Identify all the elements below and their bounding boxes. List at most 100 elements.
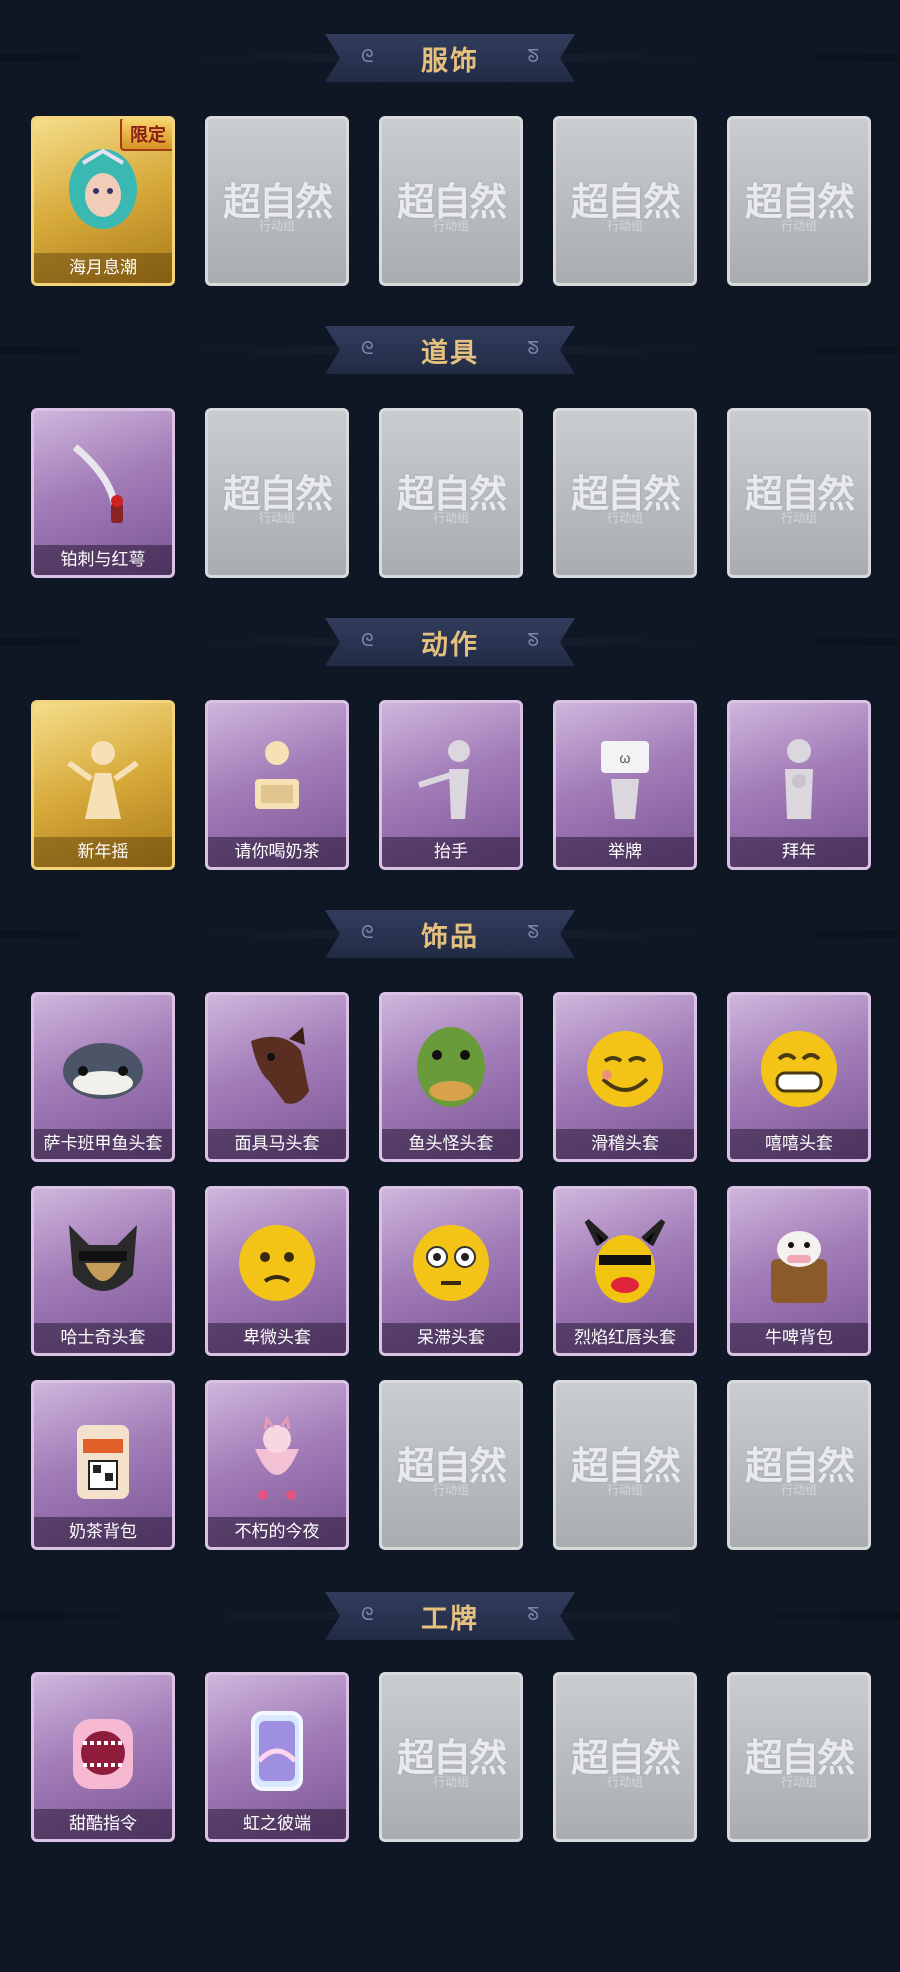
locked-item-card[interactable]: 超自然 行动组	[727, 1672, 871, 1842]
dagger-rose-icon	[55, 437, 151, 533]
placeholder-logo-sub: 行动组	[606, 511, 643, 525]
item-card[interactable]: 卑微头套	[205, 1186, 349, 1356]
item-label: 抬手	[382, 837, 520, 867]
shark-badge-icon	[55, 1701, 151, 1797]
item-card[interactable]: 滑稽头套	[553, 992, 697, 1162]
placeholder-logo-sub: 行动组	[432, 1483, 469, 1497]
locked-item-card[interactable]: 超自然 行动组	[553, 116, 697, 286]
horse-head-icon	[229, 1021, 325, 1117]
pikachu-lips-icon	[577, 1215, 673, 1311]
item-card[interactable]: ω 举牌	[553, 700, 697, 870]
item-label: 呆滞头套	[382, 1323, 520, 1353]
section-title: 动作	[421, 629, 479, 660]
item-label: 新年摇	[34, 837, 172, 867]
locked-item-card[interactable]: 超自然 行动组	[727, 408, 871, 578]
item-card[interactable]: 拜年	[727, 700, 871, 870]
locked-item-card[interactable]: 超自然 行动组	[553, 1380, 697, 1550]
placeholder-logo-sub: 行动组	[780, 1775, 817, 1789]
locked-item-card[interactable]: 超自然 行动组	[727, 1380, 871, 1550]
swirl-ornament-icon: ᘓ	[361, 922, 374, 942]
item-label: 虹之彼端	[208, 1809, 346, 1839]
locked-item-card[interactable]: 超自然 行动组	[553, 408, 697, 578]
item-label: 请你喝奶茶	[208, 837, 346, 867]
cow-beer-backpack-icon	[751, 1215, 847, 1311]
section-header: ᘓ 道具 ᘕ	[325, 326, 575, 374]
item-card[interactable]: 请你喝奶茶	[205, 700, 349, 870]
hold-sign-icon: ω	[577, 729, 673, 825]
husky-head-icon	[55, 1215, 151, 1311]
item-card[interactable]: 新年摇	[31, 700, 175, 870]
item-card[interactable]: 抬手	[379, 700, 523, 870]
item-card[interactable]: 海月息潮 限定	[31, 116, 175, 286]
item-card[interactable]: 奶茶背包	[31, 1380, 175, 1550]
section-header: ᘓ 工牌 ᘕ	[325, 1592, 575, 1640]
item-label: 海月息潮	[34, 253, 172, 283]
item-card[interactable]: 不朽的今夜	[205, 1380, 349, 1550]
item-label: 奶茶背包	[34, 1517, 172, 1547]
item-card[interactable]: 面具马头套	[205, 992, 349, 1162]
item-card[interactable]: 萨卡班甲鱼头套	[31, 992, 175, 1162]
new-year-greeting-icon	[751, 729, 847, 825]
item-card[interactable]: 呆滞头套	[379, 1186, 523, 1356]
cat-cup-icon	[229, 1409, 325, 1505]
green-fish-head-icon	[403, 1021, 499, 1117]
swirl-ornament-icon: ᘕ	[527, 338, 539, 358]
item-label: 举牌	[556, 837, 694, 867]
item-label: 不朽的今夜	[208, 1517, 346, 1547]
raise-hand-icon	[403, 729, 499, 825]
locked-item-card[interactable]: 超自然 行动组	[379, 1380, 523, 1550]
svg-text:ω: ω	[620, 750, 631, 766]
item-label: 嘻嘻头套	[730, 1129, 868, 1159]
milk-tea-gesture-icon	[229, 729, 325, 825]
locked-item-card[interactable]: 超自然 行动组	[205, 408, 349, 578]
item-card[interactable]: 哈士奇头套	[31, 1186, 175, 1356]
locked-item-card[interactable]: 超自然 行动组	[205, 116, 349, 286]
item-label: 牛啤背包	[730, 1323, 868, 1353]
section-header: ᘓ 服饰 ᘕ	[325, 34, 575, 82]
locked-item-card[interactable]: 超自然 行动组	[727, 116, 871, 286]
section-header: ᘓ 饰品 ᘕ	[325, 910, 575, 958]
section-title: 道具	[421, 337, 479, 368]
placeholder-logo-sub: 行动组	[606, 1775, 643, 1789]
item-label: 面具马头套	[208, 1129, 346, 1159]
placeholder-logo-sub: 行动组	[780, 511, 817, 525]
section-title: 服饰	[421, 45, 479, 76]
section-header: ᘓ 动作 ᘕ	[325, 618, 575, 666]
item-card[interactable]: 烈焰红唇头套	[553, 1186, 697, 1356]
swirl-ornament-icon: ᘕ	[527, 630, 539, 650]
item-card[interactable]: 铂刺与红萼	[31, 408, 175, 578]
placeholder-logo-sub: 行动组	[780, 219, 817, 233]
swirl-ornament-icon: ᘓ	[361, 1604, 374, 1624]
item-card[interactable]: 虹之彼端	[205, 1672, 349, 1842]
placeholder-logo-sub: 行动组	[258, 511, 295, 525]
placeholder-logo-sub: 行动组	[606, 1483, 643, 1497]
grin-face-icon	[751, 1021, 847, 1117]
placeholder-logo-sub: 行动组	[606, 219, 643, 233]
item-card[interactable]: 嘻嘻头套	[727, 992, 871, 1162]
section-title: 工牌	[421, 1603, 479, 1634]
item-label: 拜年	[730, 837, 868, 867]
fish-head-icon	[55, 1021, 151, 1117]
funny-face-icon	[577, 1021, 673, 1117]
locked-item-card[interactable]: 超自然 行动组	[379, 408, 523, 578]
swirl-ornament-icon: ᘓ	[361, 46, 374, 66]
locked-item-card[interactable]: 超自然 行动组	[553, 1672, 697, 1842]
placeholder-logo-sub: 行动组	[432, 511, 469, 525]
item-label: 滑稽头套	[556, 1129, 694, 1159]
item-card[interactable]: 鱼头怪头套	[379, 992, 523, 1162]
placeholder-logo-sub: 行动组	[432, 219, 469, 233]
swirl-ornament-icon: ᘕ	[527, 46, 539, 66]
item-card[interactable]: 牛啤背包	[727, 1186, 871, 1356]
section-title: 饰品	[421, 921, 479, 952]
swirl-ornament-icon: ᘕ	[527, 922, 539, 942]
item-label: 甜酷指令	[34, 1809, 172, 1839]
item-label: 卑微头套	[208, 1323, 346, 1353]
placeholder-logo-sub: 行动组	[432, 1775, 469, 1789]
locked-item-card[interactable]: 超自然 行动组	[379, 1672, 523, 1842]
item-card[interactable]: 甜酷指令	[31, 1672, 175, 1842]
placeholder-logo-sub: 行动组	[258, 219, 295, 233]
rainbow-badge-icon	[229, 1701, 325, 1797]
swirl-ornament-icon: ᘓ	[361, 338, 374, 358]
item-label: 萨卡班甲鱼头套	[34, 1129, 172, 1159]
locked-item-card[interactable]: 超自然 行动组	[379, 116, 523, 286]
